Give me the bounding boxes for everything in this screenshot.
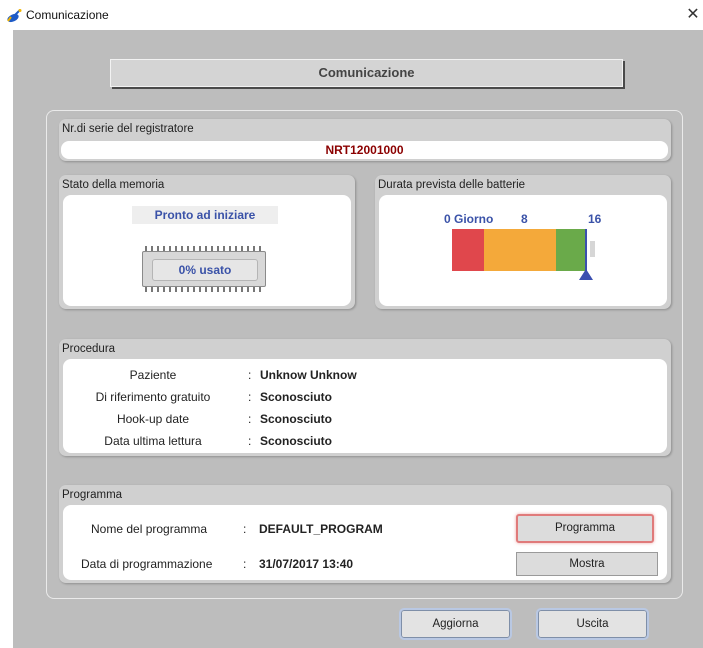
serial-group: Nr.di serie del registratore NRT12001000 — [59, 119, 671, 161]
page-title: Comunicazione — [110, 59, 623, 87]
battery-terminal — [590, 241, 595, 257]
procedure-panel: Paziente : Unknow Unknow Di riferimento … — [63, 359, 667, 453]
close-icon[interactable]: ✕ — [683, 4, 703, 26]
satellite-dish-icon — [7, 9, 22, 23]
battery-segment-orange — [484, 229, 556, 271]
program-name-label: Nome del programma — [91, 522, 208, 536]
serial-field: NRT12001000 — [61, 141, 668, 159]
battery-marker-icon — [579, 269, 593, 280]
procedure-row-patient: Paziente : Unknow Unknow — [129, 368, 357, 382]
battery-tick-16: 16 — [588, 212, 602, 226]
procedure-row-reference: Di riferimento gratuito : Sconosciuto — [95, 390, 333, 404]
show-button[interactable]: Mostra — [516, 552, 658, 576]
serial-label: Nr.di serie del registratore — [62, 123, 194, 135]
memory-label: Stato della memoria — [62, 179, 165, 191]
program-button[interactable]: Programma — [516, 514, 654, 543]
program-date-colon: : — [243, 557, 247, 571]
refresh-button[interactable]: Aggiorna — [399, 608, 512, 640]
program-date-label: Data di programmazione — [81, 557, 213, 571]
battery-panel: 0 Giorno 8 16 — [379, 195, 667, 306]
memory-status: Pronto ad iniziare — [132, 206, 278, 224]
battery-label: Durata prevista delle batterie — [378, 179, 526, 191]
program-group: Programma Nome del programma : DEFAULT_P… — [59, 485, 671, 583]
serial-value: NRT12001000 — [325, 143, 404, 157]
program-name-colon: : — [243, 522, 247, 536]
battery-tick-8: 8 — [521, 212, 528, 226]
program-name-value: DEFAULT_PROGRAM — [259, 522, 383, 536]
dialog-client-area: Comunicazione Nr.di serie del registrato… — [13, 30, 703, 648]
battery-group: Durata prevista delle batterie 0 Giorno … — [375, 175, 671, 309]
battery-segment-green — [556, 229, 586, 271]
battery-tick-0: 0 Giorno — [444, 212, 494, 226]
battery-end-line — [585, 229, 587, 271]
battery-segment-red — [452, 229, 484, 271]
memory-chip-icon: 0% usato — [142, 246, 266, 292]
program-date-value: 31/07/2017 13:40 — [259, 557, 354, 571]
program-label: Programma — [62, 489, 123, 501]
program-panel: Nome del programma : DEFAULT_PROGRAM Pro… — [63, 505, 667, 580]
procedure-row-hookup: Hook-up date : Sconosciuto — [116, 412, 333, 426]
title-bar: Comunicazione ✕ — [0, 0, 703, 30]
memory-group: Stato della memoria Pronto ad iniziare 0… — [59, 175, 355, 309]
exit-button[interactable]: Uscita — [536, 608, 649, 640]
memory-panel: Pronto ad iniziare 0% usato — [63, 195, 351, 306]
memory-usage: 0% usato — [152, 259, 258, 281]
procedure-group: Procedura Paziente : Unknow Unknow Di ri… — [59, 339, 671, 456]
window-title: Comunicazione — [26, 8, 109, 22]
procedure-label: Procedura — [62, 343, 116, 355]
procedure-row-last-read: Data ultima lettura : Sconosciuto — [104, 434, 333, 448]
